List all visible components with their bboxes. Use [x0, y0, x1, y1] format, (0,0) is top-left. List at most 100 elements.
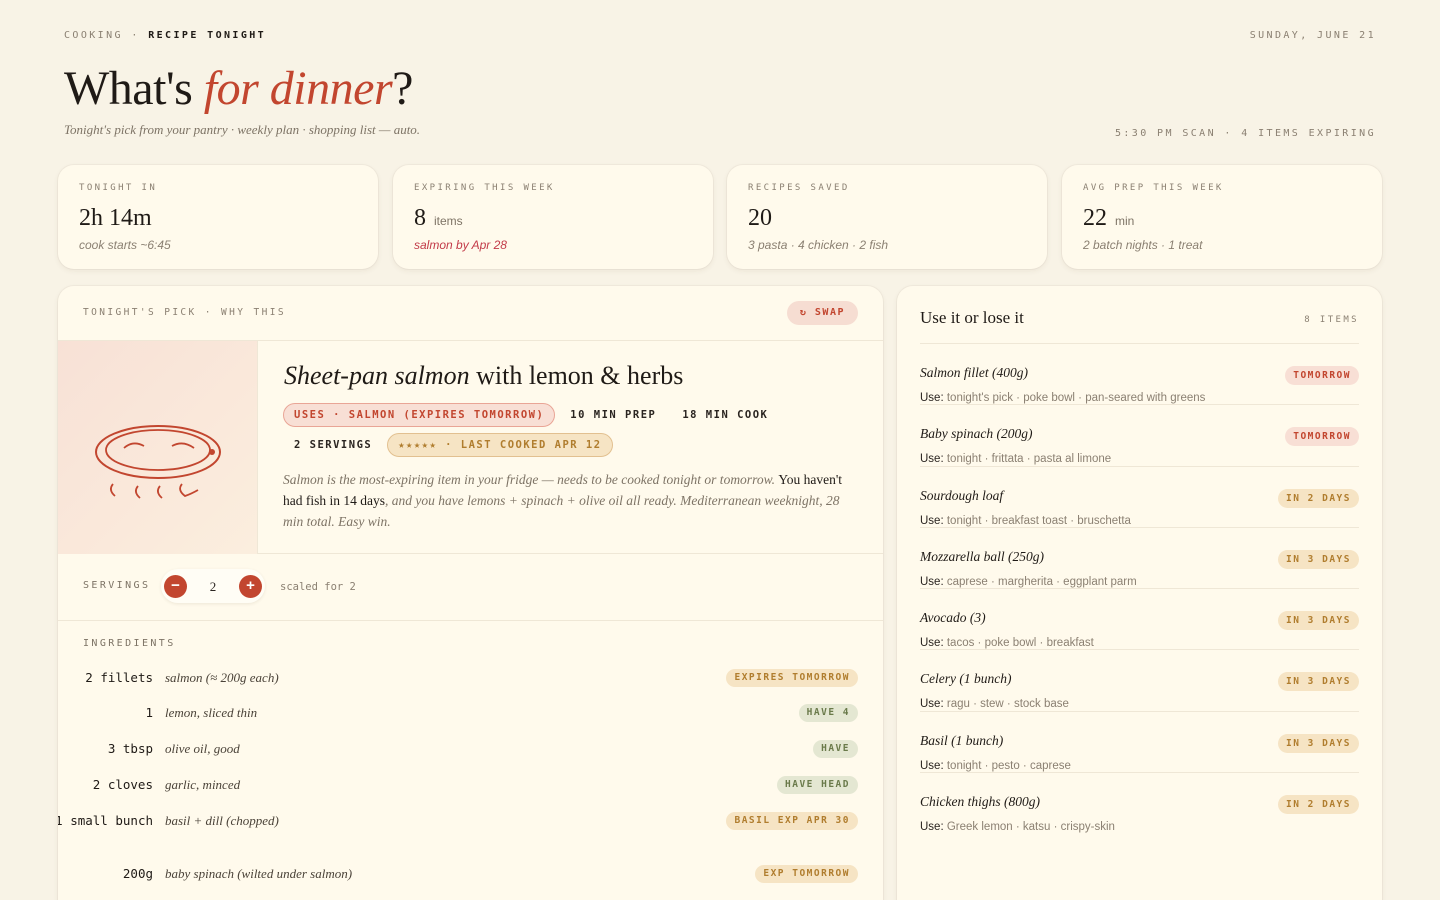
ingredient-status-badge: EXP TOMORROW	[755, 865, 858, 883]
stat-card-expiring[interactable]: EXPIRING THIS WEEK 8 items salmon by Apr …	[393, 165, 713, 269]
item-use: Use: tacos · poke bowl · breakfast	[920, 637, 1094, 649]
recipe-chips: USES · SALMON (EXPIRES TOMORROW) 10 MIN P…	[283, 403, 863, 463]
use-prefix: Use:	[920, 575, 944, 588]
list-item[interactable]: Celery (1 bunch) Use: ragu · stew · stoc…	[920, 650, 1359, 712]
expiring-card: Use it or lose it 8 ITEMS Salmon fillet …	[897, 286, 1382, 900]
stat-value: 2h 14m	[79, 205, 357, 232]
ingredient-status-badge: HAVE HEAD	[777, 776, 858, 794]
stat-value: 8 items	[414, 205, 692, 232]
use-prefix: Use:	[920, 514, 944, 527]
list-item[interactable]: Chicken thighs (800g) Use: Greek lemon ·…	[920, 773, 1359, 834]
list-item[interactable]: Basil (1 bunch) Use: tonight · pesto · c…	[920, 712, 1359, 774]
stat-unit: items	[434, 214, 463, 228]
recipe-title-italic: Sheet-pan salmon	[284, 361, 470, 390]
recipe-title-rest: with lemon & herbs	[469, 361, 684, 390]
stat-number: 20	[748, 205, 772, 231]
ingredient-status-badge: BASIL EXP APR 30	[726, 812, 858, 830]
expiry-badge: IN 2 DAYS	[1278, 795, 1359, 815]
stat-sub: 2 batch nights · 1 treat	[1083, 238, 1203, 252]
ingredient-name: salmon (≈ 200g each)	[165, 670, 279, 685]
breadcrumb-separator: ·	[131, 30, 140, 41]
swap-button[interactable]: ↻ SWAP	[786, 301, 858, 325]
item-use: Use: tonight's pick · poke bowl · pan-se…	[920, 392, 1205, 404]
stat-number: 8	[414, 205, 426, 231]
use-prefix: Use:	[920, 637, 944, 650]
ingredient-qty: 200g	[122, 866, 153, 881]
item-name: Mozzarella ball (250g)	[920, 548, 1044, 564]
ingredient-name: basil + dill (chopped)	[165, 813, 279, 828]
title-start: What's	[64, 62, 204, 115]
breadcrumb-section[interactable]: COOKING	[64, 30, 123, 41]
desc-part-1: Salmon is the most-expiring item in your…	[283, 472, 779, 487]
scan-status: 5:30 PM SCAN · 4 ITEMS EXPIRING	[1114, 128, 1376, 139]
item-use: Use: ragu · stew · stock base	[920, 698, 1069, 710]
ingredient-name: olive oil, good	[165, 741, 240, 756]
use-suggestions: tonight · frittata · pasta al limone	[946, 453, 1112, 466]
swap-label: SWAP	[814, 307, 845, 318]
item-use: Use: tonight · pesto · caprese	[920, 760, 1071, 772]
ingredients-label: INGREDIENTS	[83, 638, 176, 649]
list-item[interactable]: Avocado (3) Use: tacos · poke bowl · bre…	[920, 589, 1359, 651]
use-suggestions: ragu · stew · stock base	[946, 698, 1069, 711]
use-prefix: Use:	[920, 821, 944, 834]
use-prefix: Use:	[920, 759, 944, 772]
ingredient-name: baby spinach (wilted under salmon)	[165, 866, 353, 881]
page-title: What's for dinner?	[64, 60, 413, 118]
ingredient-qty: 2 fillets	[85, 670, 153, 685]
ingredient-qty: 2 cloves	[92, 777, 153, 792]
stat-number: 2h 14m	[79, 205, 152, 231]
expiry-badge: IN 2 DAYS	[1278, 488, 1359, 508]
servings-row: SERVINGS − 2 + scaled for 2	[58, 554, 883, 621]
expiry-badge: IN 3 DAYS	[1278, 733, 1359, 753]
chip-cook-time: 18 MIN COOK	[682, 409, 769, 421]
current-date: SUNDAY, JUNE 21	[1249, 30, 1376, 41]
expiry-badge: IN 3 DAYS	[1278, 611, 1359, 631]
item-use: Use: Greek lemon · katsu · crispy-skin	[920, 821, 1115, 833]
expiry-badge: TOMORROW	[1285, 427, 1359, 447]
list-item[interactable]: Baby spinach (200g) Use: tonight · fritt…	[920, 405, 1359, 467]
item-name: Chicken thighs (800g)	[920, 794, 1040, 810]
page-subtitle: Tonight's pick from your pantry · weekly…	[64, 122, 421, 137]
ingredient-qty: 1 small bunch	[58, 813, 153, 828]
use-prefix: Use:	[920, 698, 944, 711]
expiring-count: 8 ITEMS	[1304, 315, 1359, 325]
use-prefix: Use:	[920, 453, 944, 466]
use-suggestions: tonight's pick · poke bowl · pan-seared …	[946, 392, 1206, 404]
list-item[interactable]: Mozzarella ball (250g) Use: caprese · ma…	[920, 528, 1359, 590]
recipe-title: Sheet-pan salmon with lemon & herbs	[284, 361, 683, 391]
pick-header: TONIGHT'S PICK · WHY THIS	[83, 307, 286, 318]
stat-card-avg-prep[interactable]: AVG PREP THIS WEEK 22 min 2 batch nights …	[1062, 165, 1382, 269]
use-suggestions: tonight · breakfast toast · bruschetta	[946, 514, 1131, 527]
ingredient-name: lemon, sliced thin	[165, 705, 258, 720]
item-use: Use: tonight · breakfast toast · brusche…	[920, 515, 1131, 527]
item-use: Use: caprese · margherita · eggplant par…	[920, 576, 1137, 588]
expiring-list: Salmon fillet (400g) Use: tonight's pick…	[920, 343, 1359, 834]
expiring-title: Use it or lose it	[920, 308, 1024, 327]
item-use: Use: tonight · frittata · pasta al limon…	[920, 453, 1111, 465]
stat-card-tonight-in[interactable]: TONIGHT IN 2h 14m cook starts ~6:45	[58, 165, 378, 269]
expiry-badge: TOMORROW	[1285, 366, 1359, 385]
use-suggestions: Greek lemon · katsu · crispy-skin	[946, 821, 1115, 834]
stat-card-recipes-saved[interactable]: RECIPES SAVED 20 3 pasta · 4 chicken · 2…	[727, 165, 1047, 269]
stat-value: 20	[748, 205, 1026, 232]
stat-label: EXPIRING THIS WEEK	[414, 183, 555, 193]
recipe-description: Salmon is the most-expiring item in your…	[283, 469, 853, 532]
ingredient-status-badge: EXPIRES TOMORROW	[726, 669, 858, 687]
item-name: Sourdough loaf	[920, 487, 1004, 503]
chip-servings: 2 SERVINGS	[294, 439, 373, 451]
use-prefix: Use:	[920, 392, 944, 404]
item-name: Avocado (3)	[920, 610, 986, 626]
chip-rating: ★★★★★ · LAST COOKED APR 12	[387, 433, 613, 457]
ingredient-status-badge: HAVE 4	[798, 704, 858, 722]
recipe-image	[58, 341, 258, 554]
list-item[interactable]: Sourdough loaf Use: tonight · breakfast …	[920, 467, 1359, 528]
servings-stepper: − 2 +	[161, 569, 265, 603]
expiry-badge: IN 3 DAYS	[1278, 672, 1359, 692]
salmon-dish-icon	[95, 425, 221, 499]
increase-servings-button[interactable]: +	[239, 575, 262, 598]
tonights-pick-card: TONIGHT'S PICK · WHY THIS ↻ SWAP Sheet-p…	[58, 286, 883, 900]
ingredient-qty: 3 tbsp	[107, 741, 153, 756]
list-item[interactable]: Salmon fillet (400g) Use: tonight's pick…	[920, 344, 1359, 406]
chip-prep-time: 10 MIN PREP	[570, 409, 657, 421]
servings-label: SERVINGS	[83, 580, 151, 591]
